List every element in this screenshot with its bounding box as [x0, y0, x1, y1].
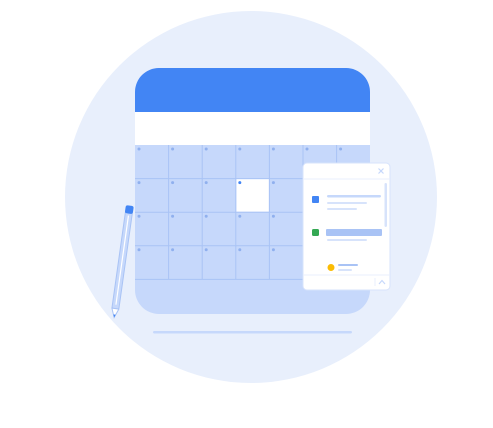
day-cell-dot: [171, 248, 175, 252]
illustration-stage: [0, 0, 493, 428]
day-cell-dot: [137, 181, 141, 185]
selected-day-cell: [236, 179, 269, 212]
event-green-marker: [312, 229, 319, 236]
day-cell-dot: [171, 214, 175, 218]
day-cell-dot: [339, 147, 343, 151]
day-cell-dot: [171, 181, 175, 185]
event-2-highlight-bar: [326, 229, 382, 236]
day-cell-dot: [137, 214, 141, 218]
day-cell-dot: [271, 181, 275, 185]
pencil-cap: [125, 205, 134, 214]
day-cell-dot: [238, 147, 242, 151]
selected-day-dot: [238, 181, 242, 185]
day-cell-dot: [204, 248, 208, 252]
day-cell-dot: [171, 147, 175, 151]
event-panel: [302, 162, 391, 291]
event-3-title-line: [338, 264, 358, 266]
day-cell-dot: [204, 147, 208, 151]
day-cell-dot: [204, 181, 208, 185]
day-cell-dot: [271, 147, 275, 151]
day-cell-dot: [204, 214, 208, 218]
day-cell-dot: [271, 214, 275, 218]
event-1-detail-line: [327, 202, 367, 204]
event-2-detail-line: [327, 239, 367, 241]
event-1-detail-line-2: [327, 208, 357, 210]
day-cell-dot: [137, 147, 141, 151]
day-cell-dot: [271, 248, 275, 252]
calendar-weekday-band: [135, 112, 370, 145]
event-1-title-line: [327, 195, 381, 198]
base-line: [153, 331, 352, 334]
event-blue-marker: [312, 196, 319, 203]
panel-scrollbar: [384, 183, 387, 227]
day-cell-dot: [238, 214, 242, 218]
event-yellow-dot: [327, 264, 335, 271]
day-cell-dot: [305, 147, 309, 151]
day-cell-dot: [137, 248, 141, 252]
event-3-detail-line: [338, 269, 352, 271]
day-cell-dot: [238, 248, 242, 252]
calendar-header: [135, 68, 370, 112]
calendar-illustration: [65, 11, 437, 383]
